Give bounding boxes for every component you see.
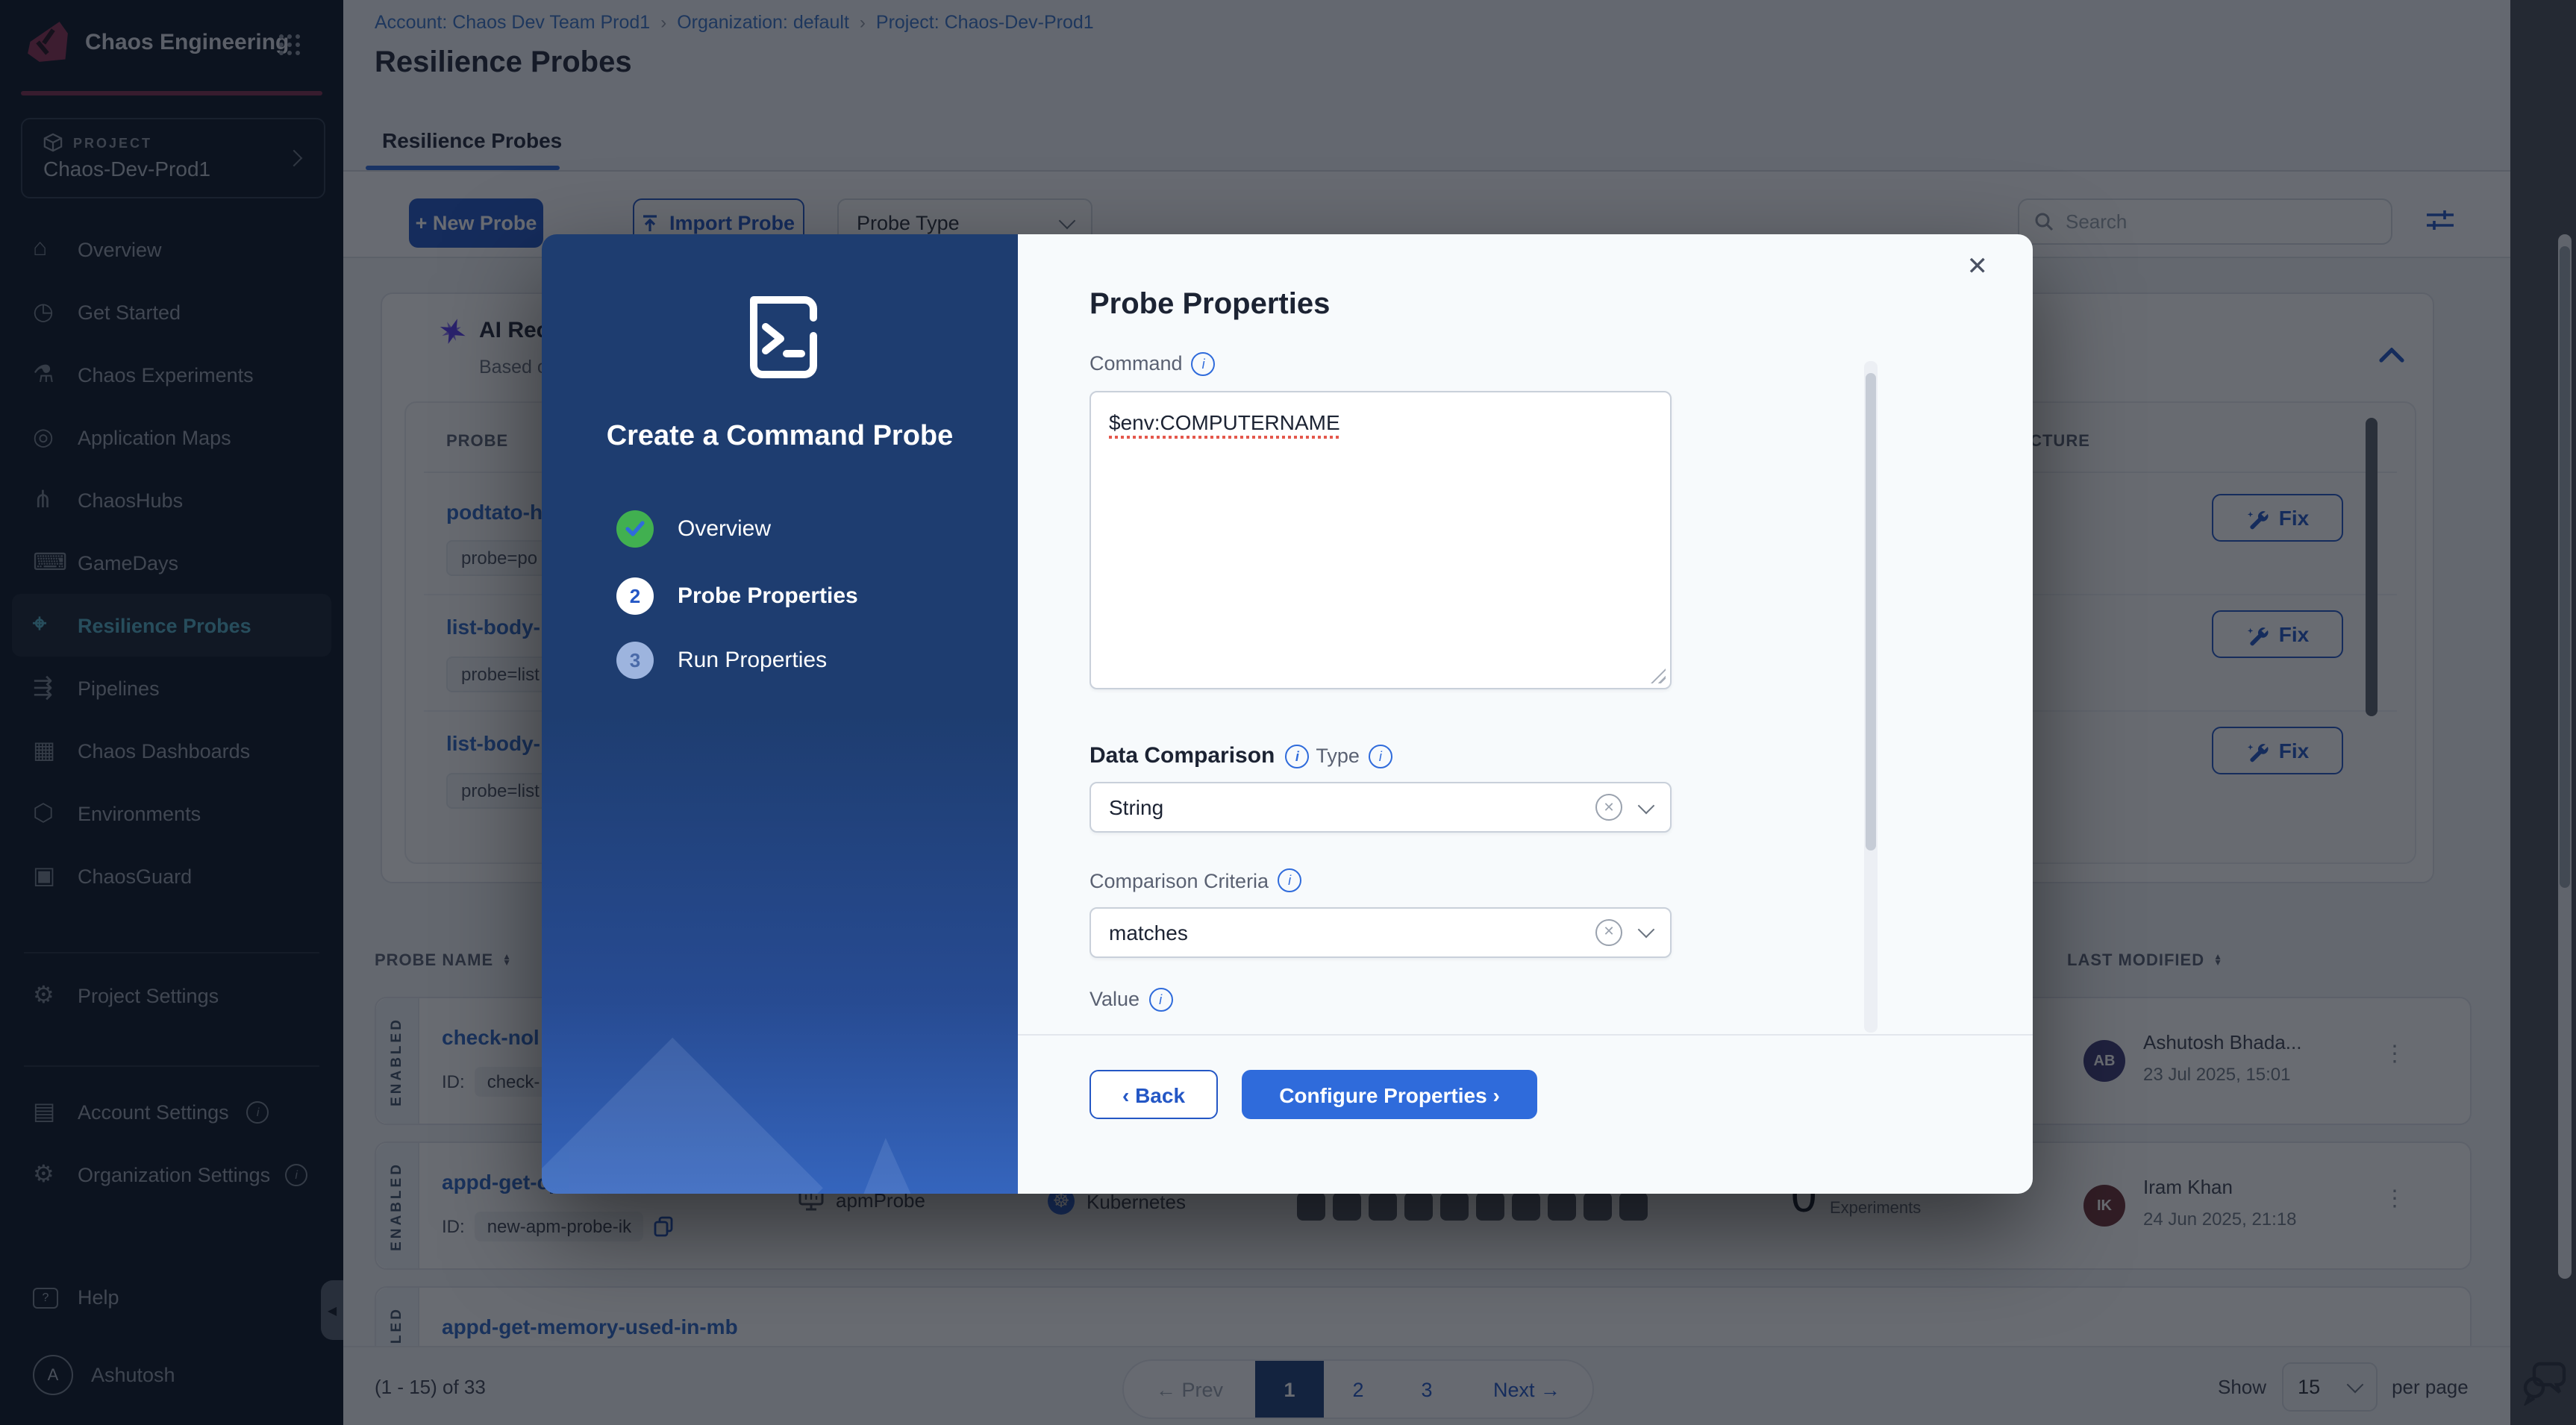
type-value: String (1109, 795, 1163, 819)
wizard-step-run-properties[interactable]: 3 Run Properties (616, 642, 827, 679)
textarea-resize-handle[interactable] (1651, 668, 1666, 683)
wizard-step-probe-properties[interactable]: 2 Probe Properties (616, 577, 858, 615)
harness-watermark-logo (542, 1025, 1018, 1194)
comparison-criteria-select[interactable]: matches ✕ (1090, 906, 1672, 957)
wizard-step-overview[interactable]: Overview (616, 510, 771, 548)
type-select[interactable]: String ✕ (1090, 782, 1672, 833)
application-window: Chaos Engineering PROJECT Chaos-Dev-Prod… (0, 0, 2576, 1425)
data-comparison-heading: Data Comparisoni (1090, 743, 1309, 768)
terminal-icon (733, 291, 828, 386)
panel-title: Probe Properties (1090, 288, 1330, 322)
comparison-criteria-label: Comparison Criteriai (1090, 868, 1301, 892)
back-button[interactable]: ‹ Back (1090, 1070, 1218, 1119)
wizard-title: Create a Command Probe (542, 421, 1018, 454)
type-label: Typei (1316, 744, 1392, 768)
info-icon: i (1285, 744, 1309, 768)
create-probe-modal: Create a Command Probe Overview 2 Probe … (542, 234, 2033, 1194)
step-number: 3 (616, 642, 654, 679)
clear-icon[interactable]: ✕ (1595, 918, 1622, 945)
step-number: 2 (616, 577, 654, 615)
command-label: Commandi (1090, 351, 1216, 375)
probe-properties-panel: ✕ Probe Properties Commandi $env:COMPUTE… (1018, 234, 2033, 1194)
command-textarea[interactable]: $env:COMPUTERNAME (1090, 391, 1672, 689)
step-done-icon (616, 510, 654, 548)
value-label: Valuei (1090, 987, 1172, 1011)
footer-divider (1018, 1034, 2033, 1036)
chevron-down-icon (1638, 921, 1655, 939)
info-icon: i (1278, 868, 1301, 892)
info-icon: i (1369, 744, 1392, 768)
clear-icon[interactable]: ✕ (1595, 794, 1622, 821)
info-icon: i (1192, 351, 1216, 375)
modal-scrollbar-thumb[interactable] (1866, 373, 1876, 851)
criteria-value: matches (1109, 920, 1188, 944)
wizard-side-panel: Create a Command Probe Overview 2 Probe … (542, 234, 1018, 1194)
info-icon: i (1148, 987, 1172, 1011)
modal-scrollbar-track[interactable] (1864, 361, 1878, 1033)
command-value: $env:COMPUTERNAME (1109, 410, 1340, 434)
chevron-down-icon (1638, 797, 1655, 814)
close-icon[interactable]: ✕ (1967, 252, 1989, 282)
fields-scroll-area: Commandi $env:COMPUTERNAME Data Comparis… (1090, 351, 1883, 1034)
configure-properties-button[interactable]: Configure Properties › (1242, 1070, 1537, 1119)
